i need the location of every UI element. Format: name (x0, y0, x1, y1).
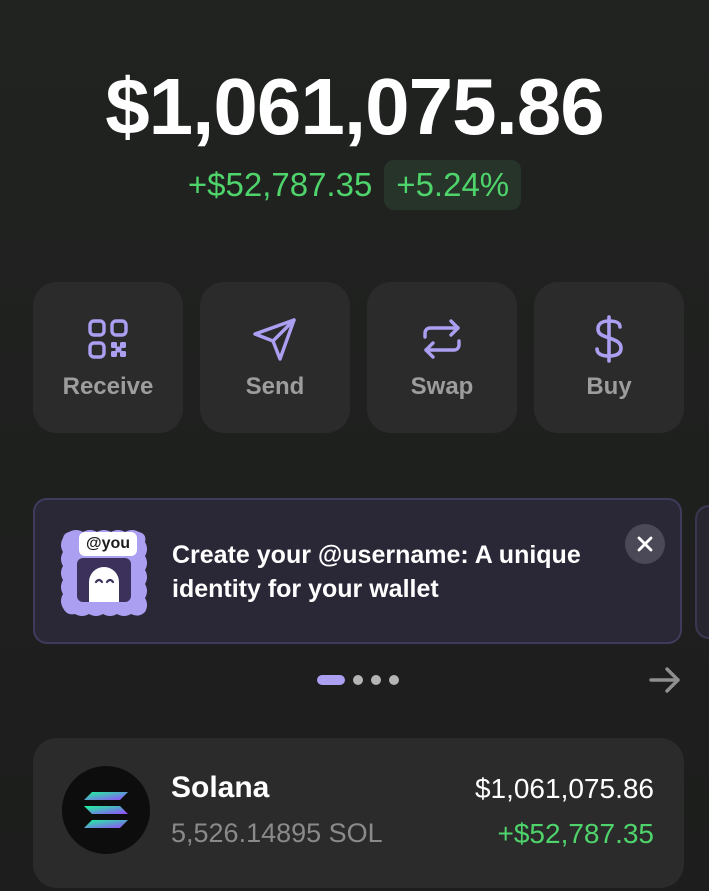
send-button[interactable]: Send (200, 282, 350, 433)
token-change: +$52,787.35 (497, 818, 655, 849)
solana-logo-icon (62, 766, 150, 854)
qr-code-icon (87, 315, 129, 363)
change-percent-badge: +5.24% (384, 160, 522, 210)
arrow-right-icon (649, 667, 680, 693)
receive-button[interactable]: Receive (33, 282, 183, 433)
send-icon (252, 315, 298, 363)
receive-label: Receive (62, 372, 154, 400)
swap-label: Swap (410, 372, 474, 400)
buy-button[interactable]: Buy (534, 282, 684, 433)
swap-button[interactable]: Swap (367, 282, 517, 433)
change-amount: +$52,787.35 (187, 166, 373, 203)
send-label: Send (245, 372, 305, 400)
username-badge: @you (79, 532, 138, 556)
carousel-next-button[interactable] (648, 666, 682, 699)
token-quantity: 5,526.14895 SOL (171, 818, 383, 848)
close-banner-button[interactable] (625, 524, 665, 564)
pagination-dot[interactable] (353, 675, 363, 685)
username-promo-banner[interactable]: @you Create your @username: A unique ide… (33, 498, 682, 644)
balance-change-row: +$52,787.35 +5.24% (0, 160, 709, 210)
action-buttons: Receive Send Swap Buy (33, 282, 684, 433)
token-name: Solana (171, 771, 270, 804)
token-value: $1,061,075.86 (474, 773, 654, 804)
carousel-pagination (317, 675, 399, 685)
balance-amount: $1,061,075.86 (105, 62, 605, 151)
dollar-icon (592, 314, 626, 363)
ghost-mascot-icon: @you (59, 528, 149, 618)
next-banner-preview[interactable] (695, 505, 709, 639)
pagination-dot[interactable] (371, 675, 381, 685)
token-row-solana[interactable]: Solana 5,526.14895 SOL $1,061,075.86 +$5… (33, 738, 684, 888)
pagination-dot-active[interactable] (317, 675, 345, 685)
buy-label: Buy (586, 372, 632, 400)
pagination-dot[interactable] (389, 675, 399, 685)
swap-icon (420, 315, 464, 363)
close-icon (637, 536, 653, 552)
banner-text: Create your @username: A unique identity… (172, 541, 581, 603)
